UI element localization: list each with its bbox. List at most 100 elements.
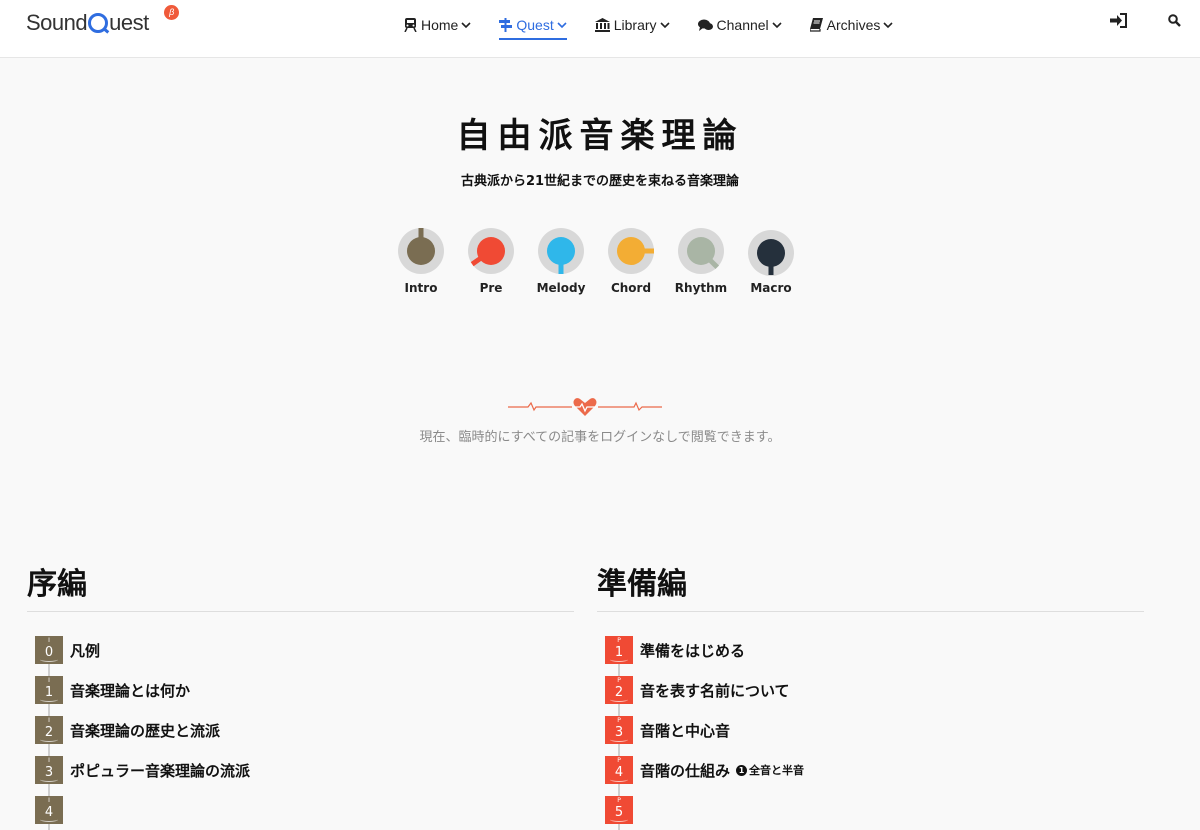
subtopic-tag[interactable]: 1 全音と半音 [736,762,804,778]
chapter-prefix: I [48,757,50,764]
knob-dial [617,237,645,265]
beta-badge: β [164,5,179,20]
page-subtitle: 古典派から21世紀までの歴史を束ねる音楽理論 [460,174,740,189]
knob-melody[interactable]: Melody [526,227,596,295]
chapter-badge: P5 [605,796,633,824]
nav-quest[interactable]: Quest [485,14,580,40]
knob-pointer [418,228,424,239]
site-logo[interactable]: Sound uest β [26,5,179,38]
knob-melody-label: Melody [536,281,586,295]
chapter-badge: P2 [605,676,633,704]
knob-intro[interactable]: Intro [386,227,456,295]
chapter-title: 音を表す名前について [640,681,790,700]
subtopic-label: 全音と半音 [749,764,805,777]
chapter-prefix: P [617,717,621,724]
knob-rhythm[interactable]: Rhythm [666,227,736,295]
train-icon [404,18,417,32]
knob-pointer [768,264,774,275]
chapter-title: 凡例 [70,641,101,660]
list-item[interactable]: P1 準備をはじめる [597,630,1144,670]
knob-melody-icon [538,228,584,274]
list-item[interactable]: I0 凡例 [27,630,574,670]
chapter-title: ポピュラー音楽理論の流派 [70,761,251,780]
institution-icon [594,18,610,32]
list-item[interactable]: I4 [27,790,574,830]
list-item[interactable]: P2 音を表す名前について [597,670,1144,710]
list-item[interactable]: I2 音楽理論の歴史と流派 [27,710,574,750]
chevron-down-icon [461,21,471,28]
chapter-badge: I2 [35,716,63,744]
sign-in-icon[interactable] [1110,13,1128,28]
chapter-badge: P3 [605,716,633,744]
chapter-badge: I3 [35,756,63,784]
list-item[interactable]: P5 [597,790,1144,830]
logo-text-sound: Sound [26,10,88,35]
knob-intro-icon [398,228,444,274]
nav-home[interactable]: Home [404,14,485,36]
chapter-prefix: I [48,677,50,684]
knob-rhythm-icon [678,228,724,274]
chapter-prefix: I [48,637,50,644]
chapter-title: 音階の仕組み [640,761,731,780]
signpost-icon [499,18,513,32]
knob-pre[interactable]: Pre [456,227,526,295]
knob-chord[interactable]: Chord [596,227,666,295]
knob-chord-icon [608,228,654,274]
knob-macro-label: Macro [750,281,792,295]
knob-intro-label: Intro [404,281,438,295]
nav-library-label: Library [613,17,657,33]
main-nav: Home Quest Library Channel Archives [404,14,908,40]
logo-text-uest: uest [109,10,149,35]
knob-dial [547,237,575,265]
knob-pre-label: Pre [479,281,503,295]
book-icon [809,18,823,32]
knob-pointer [643,248,654,254]
chapter-title: 音楽理論とは何か [70,681,191,700]
nav-home-label: Home [421,17,459,33]
chapter-badge: I1 [35,676,63,704]
chapter-badge: P1 [605,636,633,664]
chapter-title: 音楽理論の歴史と流派 [70,721,221,740]
search-icon[interactable] [1168,14,1181,27]
chevron-down-icon [659,21,670,28]
page-title: 自由派音楽理論 [456,116,744,156]
chevron-down-icon [557,21,567,28]
list-item[interactable]: I1 音楽理論とは何か [27,670,574,710]
nav-channel[interactable]: Channel [684,14,796,36]
top-header: Sound uest β Home Quest Library Channel … [0,0,1200,58]
login-notice: 現在、臨時的にすべての記事をログインなしで閲覧できます。 [419,430,781,445]
comments-icon [697,19,713,31]
nav-archives[interactable]: Archives [796,14,908,36]
chapter-prefix: P [617,797,621,804]
category-knobs: Intro Pre Melody Chord Rhythm Macro [386,227,806,295]
chevron-down-icon [772,21,782,28]
knob-rhythm-label: Rhythm [674,281,728,295]
list-item[interactable]: P4 音階の仕組み 1 全音と半音 [597,750,1144,790]
section-preparation-title: 準備編 [597,565,1144,612]
chapter-title: 音階と中心音 [640,721,731,740]
list-item[interactable]: I3 ポピュラー音楽理論の流派 [27,750,574,790]
chapter-badge: I4 [35,796,63,824]
chapter-prefix: P [617,637,621,644]
knob-pre-icon [468,228,514,274]
nav-library[interactable]: Library [581,14,684,36]
chapter-prefix: I [48,797,50,804]
section-preparation: 準備編 P1 準備をはじめる P2 音を表す名前について P3 音階と中心音 P… [597,565,1144,830]
chapter-prefix: P [617,677,621,684]
knob-pointer [558,263,564,274]
chevron-down-icon [883,21,893,28]
nav-channel-label: Channel [716,17,769,33]
section-intro-list: I0 凡例 I1 音楽理論とは何か I2 音楽理論の歴史と流派 I3 ポピュラー… [27,630,574,830]
nav-quest-label: Quest [516,17,554,33]
list-item[interactable]: P3 音階と中心音 [597,710,1144,750]
knob-macro-icon [748,230,794,276]
nav-archives-label: Archives [826,17,881,33]
knob-chord-label: Chord [610,281,652,295]
knob-dial [407,237,435,265]
section-preparation-list: P1 準備をはじめる P2 音を表す名前について P3 音階と中心音 P4 音階… [597,630,1144,830]
knob-macro[interactable]: Macro [736,227,806,295]
logo-q-mark [88,13,109,33]
section-intro-title: 序編 [27,565,574,612]
chapter-prefix: P [617,757,621,764]
subtopic-number: 1 [736,764,748,776]
